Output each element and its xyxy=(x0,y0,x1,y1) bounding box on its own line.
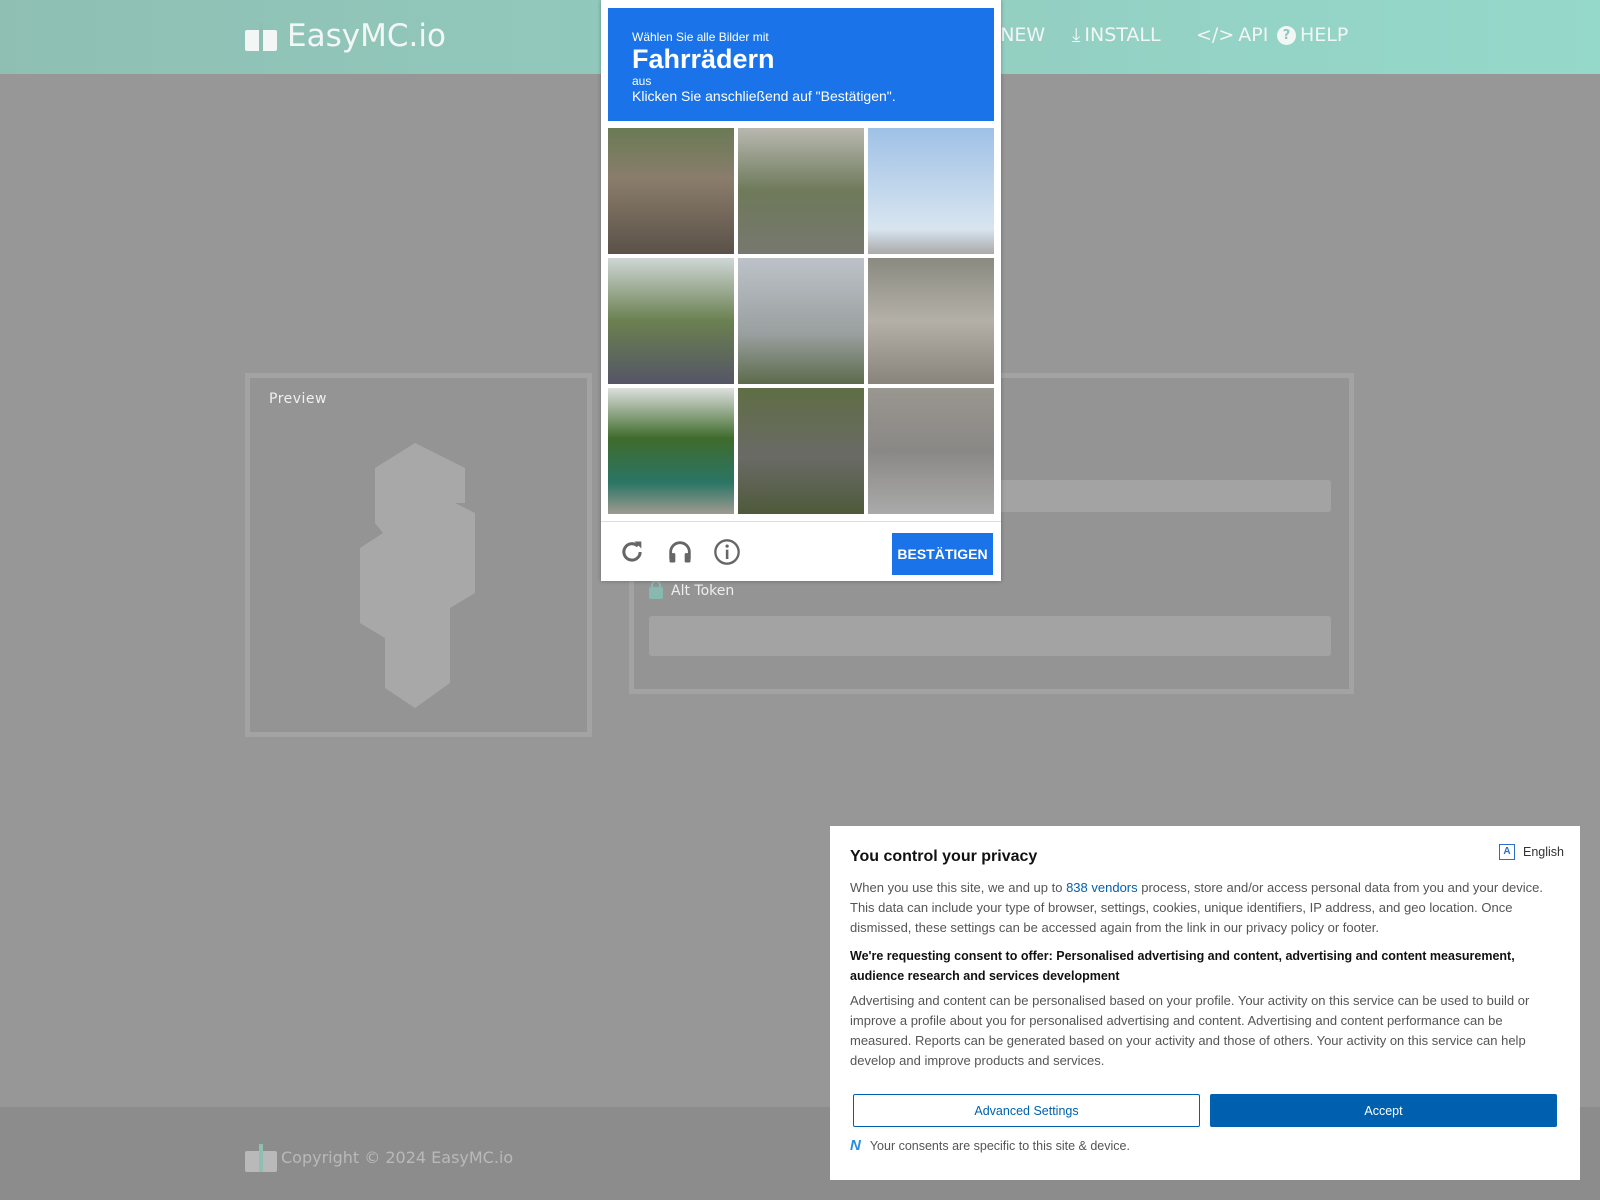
nav-label: INSTALL xyxy=(1084,24,1161,46)
captcha-tile[interactable] xyxy=(608,258,734,384)
note-text: Your consents are specific to this site … xyxy=(869,1138,1130,1153)
copyright-text: Copyright © 2024 EasyMC.io xyxy=(281,1147,514,1167)
alt-token-input[interactable] xyxy=(649,616,1331,656)
skin-preview-placeholder xyxy=(360,443,475,708)
consent-purposes: We're requesting consent to offer: Perso… xyxy=(850,949,1515,983)
preview-label: Preview xyxy=(269,391,327,407)
captcha-image-grid xyxy=(608,128,994,514)
captcha-sub: aus xyxy=(632,74,652,88)
intro-text: When you use this site, we and up to xyxy=(850,880,1067,895)
captcha-footer: BESTÄTIGEN xyxy=(601,521,1001,581)
consent-description: Advertising and content can be personali… xyxy=(850,993,1530,1068)
preview-card xyxy=(245,373,592,737)
translate-icon: A xyxy=(1499,844,1515,860)
captcha-tile[interactable] xyxy=(608,128,734,254)
captcha-tile[interactable] xyxy=(738,258,864,384)
captcha-tile[interactable] xyxy=(738,388,864,514)
vendors-link[interactable]: 838 vendors xyxy=(1066,880,1138,895)
accept-button[interactable]: Accept xyxy=(1210,1094,1557,1127)
reload-icon[interactable] xyxy=(618,538,646,566)
brand-name: EasyMC.io xyxy=(287,18,446,54)
info-icon[interactable] xyxy=(713,538,741,566)
advanced-settings-button[interactable]: Advanced Settings xyxy=(853,1094,1200,1127)
download-icon: ⤓ xyxy=(1072,24,1081,46)
captcha-prompt: Wählen Sie alle Bilder mit Fahrrädern au… xyxy=(608,8,994,121)
captcha-target: Fahrrädern xyxy=(632,44,775,74)
captcha-challenge: Wählen Sie alle Bilder mit Fahrrädern au… xyxy=(601,0,1001,581)
language-label: English xyxy=(1523,845,1564,859)
captcha-tile[interactable] xyxy=(608,388,734,514)
captcha-tile[interactable] xyxy=(868,258,994,384)
privacy-consent-dialog: You control your privacy A English When y… xyxy=(830,826,1580,1180)
privacy-intro: When you use this site, we and up to 838… xyxy=(850,878,1560,938)
provider-logo-icon: N xyxy=(850,1137,861,1154)
language-selector[interactable]: A English xyxy=(1499,844,1564,860)
confirm-button[interactable]: BESTÄTIGEN xyxy=(892,533,993,575)
gift-icon xyxy=(245,21,277,51)
lock-icon xyxy=(649,580,663,599)
code-icon: </> xyxy=(1196,24,1235,46)
captcha-action: Klicken Sie anschließend auf "Bestätigen… xyxy=(632,88,896,104)
captcha-instruction: Wählen Sie alle Bilder mit xyxy=(632,30,769,44)
gift-icon xyxy=(245,1142,277,1172)
footer-copyright: Copyright © 2024 EasyMC.io xyxy=(245,1142,513,1172)
captcha-tile[interactable] xyxy=(738,128,864,254)
alt-token-text: Alt Token xyxy=(671,583,735,599)
nav-label: HELP xyxy=(1300,24,1349,46)
headphones-icon[interactable] xyxy=(666,538,694,566)
privacy-title: You control your privacy xyxy=(850,848,1038,865)
captcha-tile[interactable] xyxy=(868,388,994,514)
nav-api[interactable]: </> API xyxy=(1196,24,1268,46)
nav-install[interactable]: ⤓ INSTALL xyxy=(1072,24,1161,46)
consent-note: N Your consents are specific to this site… xyxy=(850,1137,1130,1154)
alt-token-label: Alt Token xyxy=(649,580,735,599)
captcha-tile[interactable] xyxy=(868,128,994,254)
question-circle-icon: ? xyxy=(1277,25,1296,45)
nav-help[interactable]: ? HELP xyxy=(1277,24,1348,46)
nav-label: API xyxy=(1238,24,1269,46)
brand-logo[interactable]: EasyMC.io xyxy=(245,18,446,54)
